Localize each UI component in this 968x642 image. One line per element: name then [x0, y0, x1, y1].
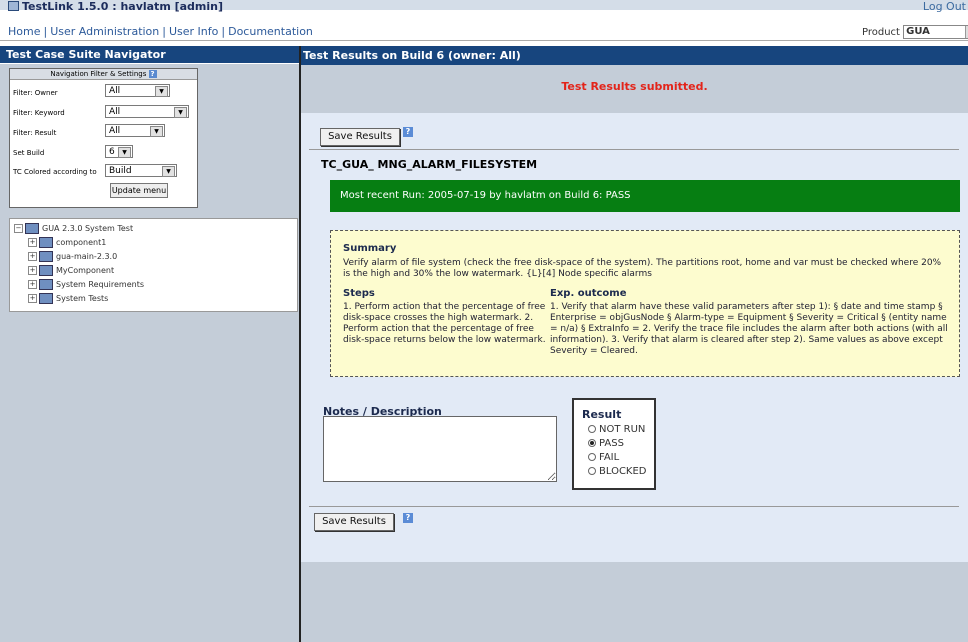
tree-item[interactable]: + System Requirements: [28, 279, 144, 290]
tree-root[interactable]: − GUA 2.3.0 System Test: [14, 223, 133, 234]
window-icon: [8, 1, 19, 11]
help-icon[interactable]: ?: [403, 513, 413, 523]
results-title: Test Results on Build 6 (owner: All): [301, 46, 968, 65]
tree-item-label: component1: [56, 238, 107, 247]
chevron-down-icon: ▼: [150, 126, 163, 137]
product-value: GUA: [906, 26, 930, 37]
filter-panel: Navigation Filter & Settings ? Filter: O…: [9, 68, 198, 208]
filter-result-value: All: [109, 126, 121, 136]
result-box: Result NOT RUN PASS FAIL BLOCKED: [572, 398, 656, 490]
filter-keyword-select[interactable]: All ▼: [105, 105, 189, 118]
divider: [309, 506, 959, 507]
steps-heading: Steps: [343, 288, 375, 299]
set-build-label: Set Build: [13, 149, 45, 157]
radio-icon: [588, 425, 596, 433]
product-selector: Product GUA▼: [862, 25, 968, 39]
expand-icon[interactable]: +: [28, 294, 37, 303]
test-case-title: TC_GUA_ MNG_ALARM_FILESYSTEM: [321, 158, 538, 171]
header-divider: [0, 40, 968, 41]
folder-icon: [39, 251, 53, 262]
menu-user-info[interactable]: User Info: [169, 25, 218, 38]
tree-item-label: System Tests: [56, 294, 109, 303]
help-icon[interactable]: ?: [148, 70, 157, 78]
result-option-label: NOT RUN: [599, 424, 646, 435]
filter-panel-header: Navigation Filter & Settings ?: [10, 69, 197, 80]
test-case-spec: Summary Verify alarm of file system (che…: [330, 230, 960, 377]
status-message: Test Results submitted.: [561, 80, 708, 93]
navigator-title: Test Case Suite Navigator: [0, 46, 299, 64]
save-results-button-bottom[interactable]: Save Results: [314, 513, 394, 531]
test-suite-tree: − GUA 2.3.0 System Test + component1 + gua-…: [9, 218, 298, 312]
tree-item-label: System Requirements: [56, 280, 144, 289]
divider: [309, 149, 959, 150]
summary-heading: Summary: [343, 243, 397, 254]
radio-icon: [588, 467, 596, 475]
menu-user-admin[interactable]: User Administration: [50, 25, 159, 38]
save-results-button[interactable]: Save Results: [320, 128, 400, 146]
expand-icon[interactable]: +: [28, 266, 37, 275]
product-label: Product: [862, 27, 900, 38]
set-build-select[interactable]: 6 ▼: [105, 145, 133, 158]
tree-item[interactable]: + gua-main-2.3.0: [28, 251, 117, 262]
help-icon[interactable]: ?: [403, 127, 413, 137]
result-option-label: FAIL: [599, 452, 620, 463]
menu-documentation[interactable]: Documentation: [228, 25, 313, 38]
chevron-down-icon: ▼: [174, 107, 187, 118]
folder-icon: [39, 279, 53, 290]
app-title: TestLink 1.5.0 : havlatm [admin]: [8, 0, 224, 13]
radio-checked-icon: [588, 439, 596, 447]
result-not-run-radio[interactable]: NOT RUN: [588, 424, 645, 435]
app-title-text: TestLink 1.5.0 : havlatm [admin]: [22, 0, 224, 13]
folder-icon: [39, 293, 53, 304]
result-fail-radio[interactable]: FAIL: [588, 452, 619, 463]
notes-textarea[interactable]: [323, 416, 557, 482]
product-select[interactable]: GUA▼: [903, 25, 968, 39]
collapse-icon[interactable]: −: [14, 224, 23, 233]
result-option-label: PASS: [599, 438, 624, 449]
logout-link[interactable]: Log Out: [923, 0, 966, 13]
result-pass-radio[interactable]: PASS: [588, 438, 624, 449]
filter-keyword-label: Filter: Keyword: [13, 109, 65, 117]
radio-icon: [588, 453, 596, 461]
top-menu: Home | User Administration | User Info | Docum…: [8, 25, 313, 38]
result-heading: Result: [582, 408, 622, 421]
filter-owner-value: All: [109, 86, 121, 96]
tc-colored-select[interactable]: Build ▼: [105, 164, 177, 177]
folder-icon: [39, 265, 53, 276]
filter-panel-title: Navigation Filter & Settings: [50, 70, 147, 78]
tc-colored-value: Build: [109, 166, 132, 176]
tree-item[interactable]: + System Tests: [28, 293, 108, 304]
result-option-label: BLOCKED: [599, 466, 647, 477]
tree-root-label: GUA 2.3.0 System Test: [42, 224, 134, 233]
expand-icon[interactable]: +: [28, 280, 37, 289]
summary-text: Verify alarm of file system (check the f…: [343, 258, 942, 279]
chevron-down-icon: ▼: [155, 86, 168, 97]
tree-item[interactable]: + component1: [28, 237, 106, 248]
expand-icon[interactable]: +: [28, 252, 37, 261]
filter-owner-select[interactable]: All ▼: [105, 84, 170, 97]
set-build-value: 6: [109, 147, 115, 157]
folder-icon: [39, 237, 53, 248]
chevron-down-icon: ▼: [162, 166, 175, 177]
tree-item-label: MyComponent: [56, 266, 115, 275]
folder-icon: [25, 223, 39, 234]
filter-keyword-value: All: [109, 107, 121, 117]
filter-result-label: Filter: Result: [13, 129, 57, 137]
outcome-heading: Exp. outcome: [550, 288, 627, 299]
steps-text: 1. Perform action that the percentage of…: [343, 302, 546, 345]
menu-home[interactable]: Home: [8, 25, 40, 38]
outcome-text: 1. Verify that alarm have these valid pa…: [550, 302, 948, 356]
tree-item[interactable]: + MyComponent: [28, 265, 114, 276]
tc-colored-label: TC Colored according to: [13, 168, 97, 176]
chevron-down-icon: ▼: [118, 147, 131, 158]
result-blocked-radio[interactable]: BLOCKED: [588, 466, 647, 477]
update-menu-button[interactable]: Update menu: [110, 183, 168, 198]
filter-owner-label: Filter: Owner: [13, 89, 58, 97]
expand-icon[interactable]: +: [28, 238, 37, 247]
filter-result-select[interactable]: All ▼: [105, 124, 165, 137]
tree-item-label: gua-main-2.3.0: [56, 252, 118, 261]
recent-run-banner: Most recent Run: 2005-07-19 by havlatm o…: [330, 180, 960, 212]
